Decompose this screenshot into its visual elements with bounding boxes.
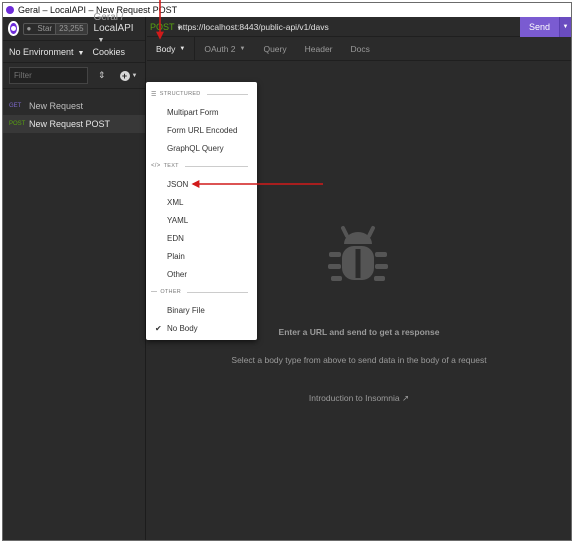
section-title: OTHER (160, 289, 182, 295)
url-bar: POST ▼ https://localhost:8443/public-api/… (147, 16, 571, 37)
menu-item-binary-file[interactable]: Binary File (146, 301, 257, 319)
intro-link[interactable]: Introduction to Insomnia ↗ (147, 393, 571, 404)
star-count: 23,255 (55, 23, 87, 34)
chevron-down-icon[interactable]: ▼ (98, 37, 105, 44)
request-item-post[interactable]: POST New Request POST (3, 115, 145, 133)
cookies-button[interactable]: Cookies (92, 47, 125, 57)
method-badge: GET (9, 103, 22, 109)
checkmark-icon: ✔ (155, 324, 162, 333)
chevron-down-icon: ▼ (77, 49, 85, 57)
request-item-get[interactable]: GET New Request (3, 97, 145, 115)
breadcrumb-separator: / (120, 12, 124, 23)
menu-item-yaml[interactable]: YAML (146, 211, 257, 229)
environment-select[interactable]: No Environment ▼ (9, 47, 84, 57)
filter-row: ⇕ + ▼ (3, 63, 145, 89)
workspace-bar: ● Star 23,255 Geral / LocalAPI ▼ (3, 12, 145, 44)
chevron-down-icon: ▼ (179, 45, 186, 52)
menu-item-multipart-form[interactable]: Multipart Form (146, 103, 257, 121)
app-window: Geral – LocalAPI – New Request POST ● St… (2, 2, 572, 541)
structured-icon: ☰ (151, 91, 157, 98)
tab-auth[interactable]: OAuth 2 ▼ (195, 37, 254, 60)
request-name: New Request POST (29, 119, 111, 129)
breadcrumb[interactable]: Geral / LocalAPI ▼ (94, 12, 145, 45)
tab-query[interactable]: Query (254, 37, 295, 60)
chevron-down-icon[interactable]: ▼ (132, 73, 138, 79)
tab-body[interactable]: Body ▼ (147, 37, 196, 60)
url-input[interactable]: https://localhost:8443/public-api/v1/dav… (178, 22, 520, 32)
sidebar: ● Star 23,255 Geral / LocalAPI ▼ No Envi… (3, 12, 146, 540)
tab-docs[interactable]: Docs (342, 37, 379, 60)
star-label: Star (37, 24, 53, 33)
menu-item-plain[interactable]: Plain (146, 247, 257, 265)
github-icon: ● (26, 24, 32, 33)
breadcrumb-current[interactable]: LocalAPI (94, 23, 134, 34)
body-type-menu: ☰ STRUCTURED Multipart Form Form URL Enc… (146, 82, 257, 340)
add-request-icon[interactable]: + (119, 70, 130, 81)
menu-item-label: No Body (167, 323, 198, 333)
chevron-down-icon: ▼ (239, 45, 246, 52)
send-button[interactable]: Send (520, 16, 559, 37)
bug-icon (328, 226, 388, 281)
filter-input[interactable] (9, 67, 88, 84)
menu-section-other: — OTHER (146, 283, 257, 301)
section-title: TEXT (163, 163, 179, 169)
menu-item-form-url-encoded[interactable]: Form URL Encoded (146, 121, 257, 139)
code-icon: </> (151, 163, 161, 169)
menu-item-edn[interactable]: EDN (146, 229, 257, 247)
breadcrumb-root[interactable]: Geral (94, 12, 118, 23)
request-tabs: Body ▼ OAuth 2 ▼ Query Header Docs (147, 37, 571, 61)
section-title: STRUCTURED (159, 91, 201, 97)
tab-label: OAuth 2 (204, 43, 236, 54)
tab-label: Body (156, 43, 176, 54)
menu-section-structured: ☰ STRUCTURED (146, 85, 257, 103)
intro-link-label: Introduction to Insomnia (308, 393, 400, 403)
menu-item-no-body[interactable]: ✔ No Body (146, 319, 257, 337)
method-badge: POST (9, 121, 26, 127)
sort-icon[interactable]: ⇕ (98, 70, 106, 81)
menu-item-json[interactable]: JSON (146, 175, 257, 193)
chevron-down-icon[interactable]: ▼ (559, 16, 571, 37)
window-titlebar: Geral – LocalAPI – New Request POST (3, 3, 571, 17)
environment-label: No Environment (9, 46, 74, 57)
menu-item-xml[interactable]: XML (146, 193, 257, 211)
method-select[interactable]: POST ▼ (147, 21, 182, 32)
menu-item-graphql-query[interactable]: GraphQL Query (146, 139, 257, 157)
github-star-button[interactable]: ● Star 23,255 (22, 22, 88, 35)
menu-section-text: </> TEXT (146, 157, 257, 175)
insomnia-logo-icon[interactable] (8, 21, 19, 36)
tab-header[interactable]: Header (296, 37, 342, 60)
dash-icon: — (151, 289, 158, 295)
request-name: New Request (29, 101, 84, 111)
menu-item-other[interactable]: Other (146, 265, 257, 283)
empty-state-subtitle: Select a body type from above to send da… (231, 355, 487, 365)
external-link-icon: ↗ (401, 393, 410, 403)
method-label: POST (150, 21, 175, 32)
app-icon (6, 6, 14, 14)
